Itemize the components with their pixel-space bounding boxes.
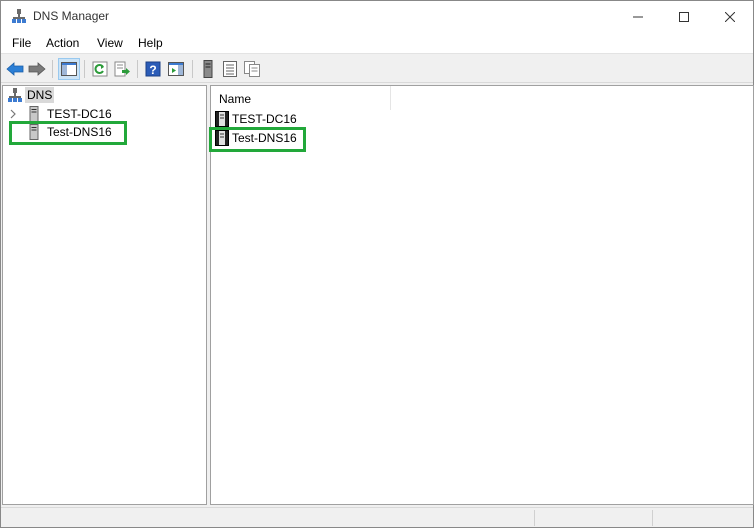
copy-icon [244, 61, 260, 77]
show-hide-console-tree-button[interactable] [58, 58, 80, 80]
menu-file[interactable]: File [12, 36, 31, 50]
show-hide-action-pane-button[interactable] [165, 58, 187, 80]
server-icon [215, 111, 229, 127]
refresh-icon [92, 61, 108, 77]
dns-app-icon [12, 9, 26, 23]
svg-text:?: ? [149, 63, 156, 77]
list-item-label: TEST-DC16 [232, 112, 297, 126]
list-view-button[interactable] [219, 58, 241, 80]
minimize-icon [633, 16, 643, 17]
console-tree-icon [61, 62, 77, 76]
tree-label-dns: DNS [25, 87, 55, 103]
list-icon [223, 61, 237, 77]
help-icon: ? [145, 61, 161, 77]
column-header-name-label: Name [219, 92, 252, 106]
server-icon [203, 60, 213, 78]
dns-root-icon [8, 88, 22, 102]
server-toolbar-button[interactable] [197, 58, 219, 80]
highlight-box [9, 121, 127, 145]
refresh-button[interactable] [89, 58, 111, 80]
list-item-test-dc16[interactable]: TEST-DC16 [215, 110, 297, 128]
maximize-icon [679, 11, 689, 22]
highlight-box [209, 127, 306, 152]
status-segment [534, 510, 652, 526]
tree-node-dns[interactable]: DNS [7, 86, 55, 104]
copy-button[interactable] [241, 58, 263, 80]
close-button[interactable] [707, 1, 753, 32]
forward-arrow-icon [28, 62, 46, 76]
menu-bar: File Action View Help [1, 32, 753, 54]
export-list-button[interactable] [111, 58, 133, 80]
console-tree-pane[interactable]: DNS TEST-DC16 Test-DNS16 [2, 85, 207, 505]
chevron-right-icon[interactable] [9, 109, 17, 119]
server-icon [29, 106, 39, 122]
back-arrow-icon [6, 62, 24, 76]
status-bar [1, 507, 753, 527]
menu-action[interactable]: Action [46, 36, 79, 50]
window-title: DNS Manager [33, 9, 110, 23]
title-bar: DNS Manager [1, 1, 753, 32]
maximize-button[interactable] [661, 1, 707, 32]
action-pane-icon [168, 62, 184, 76]
results-list-pane[interactable]: Name TEST-DC16 Test-DNS16 [209, 85, 754, 505]
minimize-button[interactable] [615, 1, 661, 32]
back-button[interactable] [4, 58, 26, 80]
toolbar: ? [1, 55, 753, 83]
status-segment [652, 510, 752, 526]
menu-view[interactable]: View [97, 36, 123, 50]
export-list-icon [114, 61, 130, 77]
forward-button[interactable] [26, 58, 48, 80]
dns-manager-window: DNS Manager File Action View Help ? DNS … [0, 0, 754, 528]
menu-help[interactable]: Help [138, 36, 163, 50]
help-button[interactable]: ? [142, 58, 164, 80]
close-icon [725, 11, 735, 22]
column-header-name[interactable]: Name [211, 86, 391, 110]
tree-label-test-dc16: TEST-DC16 [47, 107, 112, 121]
